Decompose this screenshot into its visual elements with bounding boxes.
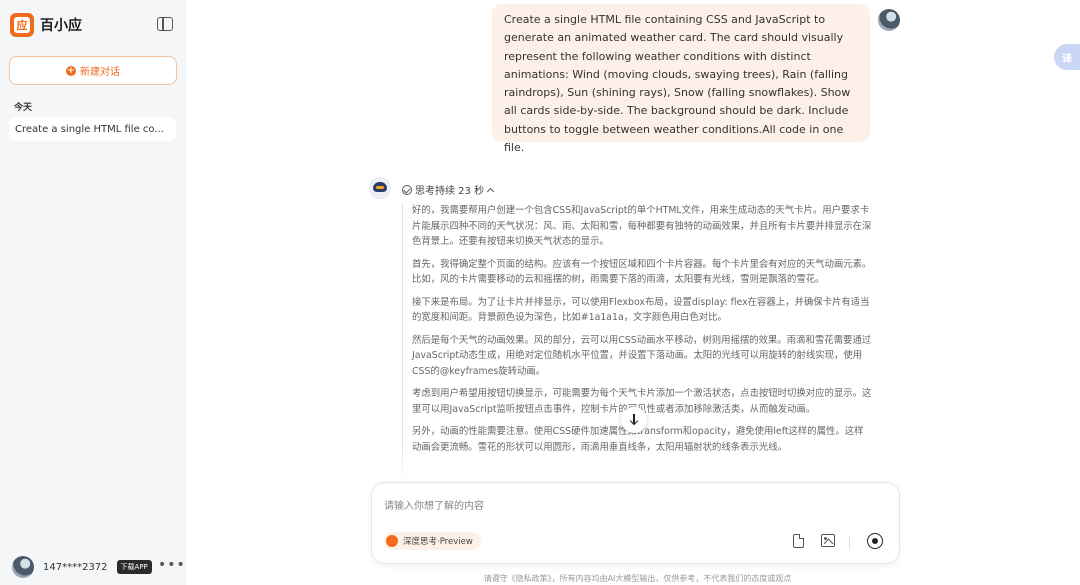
- brand-logo-glyph: 应: [14, 17, 30, 33]
- thinking-duration: 思考持续 23 秒: [415, 186, 485, 197]
- history-item-title: Create a single HTML file co...: [15, 123, 164, 135]
- image-upload-icon[interactable]: [821, 534, 835, 547]
- toggle-icon: [386, 535, 398, 547]
- thinking-paragraph: 接下来是布局。为了让卡片并排显示，可以使用Flexbox布局，设置display…: [412, 296, 870, 324]
- user-avatar: [878, 9, 900, 31]
- thinking-toggle[interactable]: 思考持续 23 秒: [402, 182, 495, 197]
- deep-think-label: 深度思考·Preview: [403, 537, 473, 547]
- user-row: 147****2372 下载APP •••: [12, 556, 185, 578]
- content-fade: [402, 448, 882, 482]
- thinking-paragraph: 好的，我需要帮用户创建一个包含CSS和JavaScript的单个HTML文件，用…: [412, 205, 872, 247]
- translate-button[interactable]: 译: [1054, 44, 1080, 70]
- plus-icon: +: [66, 65, 76, 76]
- sidebar: 应 百小应 + 新建对话 今天 Create a single HTML fil…: [0, 0, 186, 585]
- sidebar-toggle-icon[interactable]: [157, 17, 173, 31]
- thinking-paragraph: 首先，我得确定整个页面的结构。应该有一个按钮区域和四个卡片容器。每个卡片里会有对…: [412, 258, 872, 286]
- translate-label: 译: [1062, 53, 1072, 65]
- history-section-title: 今天: [14, 103, 33, 113]
- scroll-to-bottom-button[interactable]: [621, 407, 647, 433]
- footer-disclaimer: 请遵守《隐私政策》，所有内容均由AI大模型输出，仅供参考，不代表我们的态度或观点: [483, 574, 792, 583]
- chevron-up-icon: [487, 187, 495, 195]
- history-item[interactable]: Create a single HTML file co...: [9, 117, 176, 141]
- chat-input[interactable]: [384, 497, 884, 515]
- brand-name: 百小应: [40, 18, 82, 34]
- user-message: Create a single HTML file containing CSS…: [492, 4, 870, 154]
- brand[interactable]: 应 百小应: [10, 13, 82, 37]
- deep-think-toggle[interactable]: 深度思考·Preview: [384, 532, 481, 550]
- file-upload-icon[interactable]: [793, 534, 804, 548]
- avatar[interactable]: [12, 556, 34, 578]
- thinking-content: 好的，我需要帮用户创建一个包含CSS和JavaScript的单个HTML文件，用…: [402, 203, 872, 480]
- bot-avatar: [369, 177, 391, 199]
- new-chat-label: 新建对话: [80, 67, 120, 78]
- arrow-down-icon: [629, 414, 639, 426]
- username: 147****2372: [43, 561, 108, 573]
- stop-generating-button[interactable]: [867, 533, 883, 549]
- download-app-button[interactable]: 下载APP: [116, 560, 152, 574]
- check-circle-icon: [402, 184, 412, 195]
- thinking-paragraph: 然后是每个天气的动画效果。风的部分，云可以用CSS动画水平移动，树则用摇摆的效果…: [412, 334, 872, 377]
- more-icon[interactable]: •••: [158, 557, 186, 573]
- brand-logo-icon: 应: [10, 13, 34, 37]
- chat-input-box: 深度思考·Preview: [371, 482, 900, 564]
- divider: [849, 535, 850, 549]
- new-chat-button[interactable]: + 新建对话: [9, 56, 177, 85]
